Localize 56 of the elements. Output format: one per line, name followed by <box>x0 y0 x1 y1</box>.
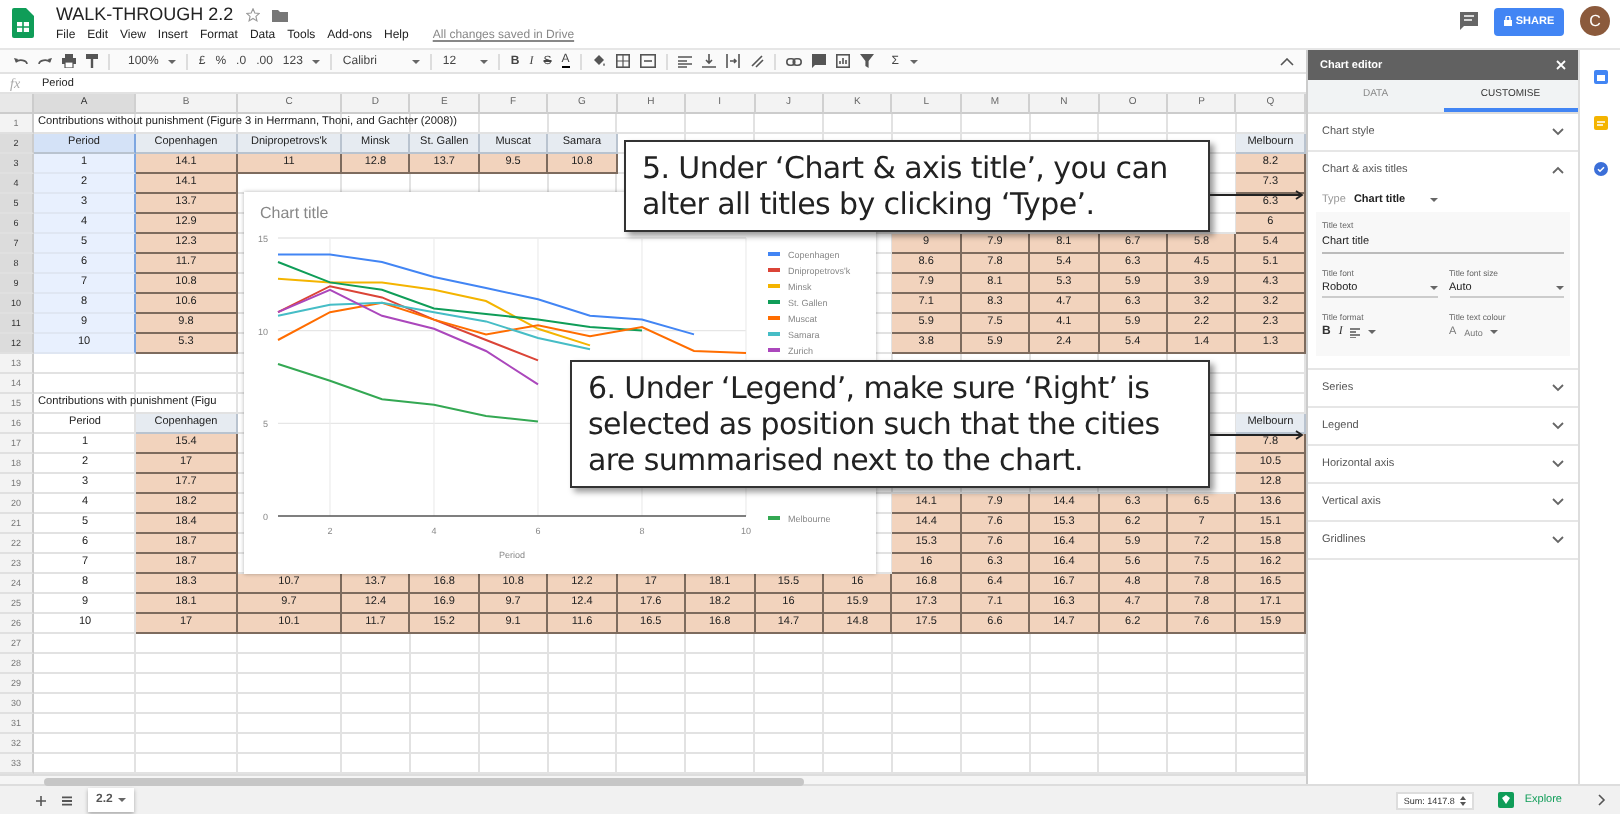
spreadsheet-logo-icon[interactable] <box>12 8 34 38</box>
caret-icon <box>312 59 321 63</box>
link-icon[interactable] <box>785 57 802 65</box>
star-icon[interactable] <box>245 7 260 21</box>
add-sheet-icon[interactable] <box>36 795 46 805</box>
callout-tooltip: 6. Under ‘Legend’, make sure ‘Right’ is selected as position such that the cities are summarised next to the chart. <box>570 360 1210 488</box>
user-avatar[interactable]: C <box>1580 6 1610 36</box>
corner-cell[interactable] <box>0 94 34 114</box>
close-icon[interactable] <box>1556 60 1566 70</box>
sheet-list-icon[interactable] <box>62 795 72 805</box>
redo-icon[interactable] <box>38 56 52 66</box>
chevron-icon[interactable] <box>1552 384 1564 392</box>
calendar-icon[interactable] <box>1593 70 1607 84</box>
explore-icon <box>1498 792 1515 808</box>
caret-icon <box>1429 198 1438 202</box>
up-down-arrows-icon <box>1460 795 1467 805</box>
caret-icon <box>118 798 127 802</box>
chevron-icon[interactable] <box>1552 422 1564 430</box>
filter-icon[interactable] <box>859 54 874 68</box>
print-icon[interactable] <box>62 54 76 68</box>
chevron-icon[interactable] <box>1552 498 1564 506</box>
caret-icon <box>1368 330 1377 334</box>
caret-icon <box>412 59 421 63</box>
pointer-arrow <box>1210 429 1306 439</box>
callout-tooltip: 5. Under ‘Chart & axis title’, you can alter all titles by clicking ‘Type’. <box>624 140 1210 232</box>
caret-icon <box>1429 286 1437 290</box>
chevron-icon[interactable] <box>1552 460 1564 468</box>
caret-icon <box>168 59 177 63</box>
paint-roller-icon[interactable] <box>86 54 98 68</box>
text-wrap-icon[interactable] <box>725 54 740 68</box>
folder-icon[interactable] <box>271 7 288 21</box>
merge-cells-icon[interactable] <box>639 54 656 68</box>
text-rotation-icon[interactable] <box>749 54 764 68</box>
chevron-icon[interactable] <box>1552 536 1564 544</box>
comment-icon[interactable] <box>1460 12 1478 30</box>
chart-icon[interactable] <box>835 54 850 68</box>
lock-icon <box>1503 16 1512 26</box>
chevron-right-icon[interactable] <box>1598 794 1606 806</box>
chart-title[interactable]: Chart title <box>260 204 329 222</box>
chevron-icon[interactable] <box>1552 128 1564 136</box>
align-left-icon[interactable] <box>677 55 692 67</box>
caret-icon <box>909 59 918 63</box>
caret-icon <box>480 59 489 63</box>
document-title[interactable]: WALK-THROUGH 2.2 <box>56 4 234 24</box>
pointer-arrow <box>1210 189 1306 199</box>
undo-icon[interactable] <box>14 56 28 66</box>
fill-color-icon[interactable] <box>591 54 606 68</box>
collapse-icon[interactable] <box>1280 57 1294 65</box>
caret-icon <box>1490 330 1499 334</box>
check-circle-icon[interactable] <box>1593 162 1607 176</box>
vertical-align-icon[interactable] <box>701 54 716 68</box>
borders-icon[interactable] <box>615 54 630 68</box>
caret-icon <box>1556 286 1564 290</box>
chevron-icon[interactable] <box>1552 166 1564 174</box>
comment-icon[interactable] <box>811 54 826 68</box>
align-left-icon[interactable] <box>1350 327 1361 337</box>
